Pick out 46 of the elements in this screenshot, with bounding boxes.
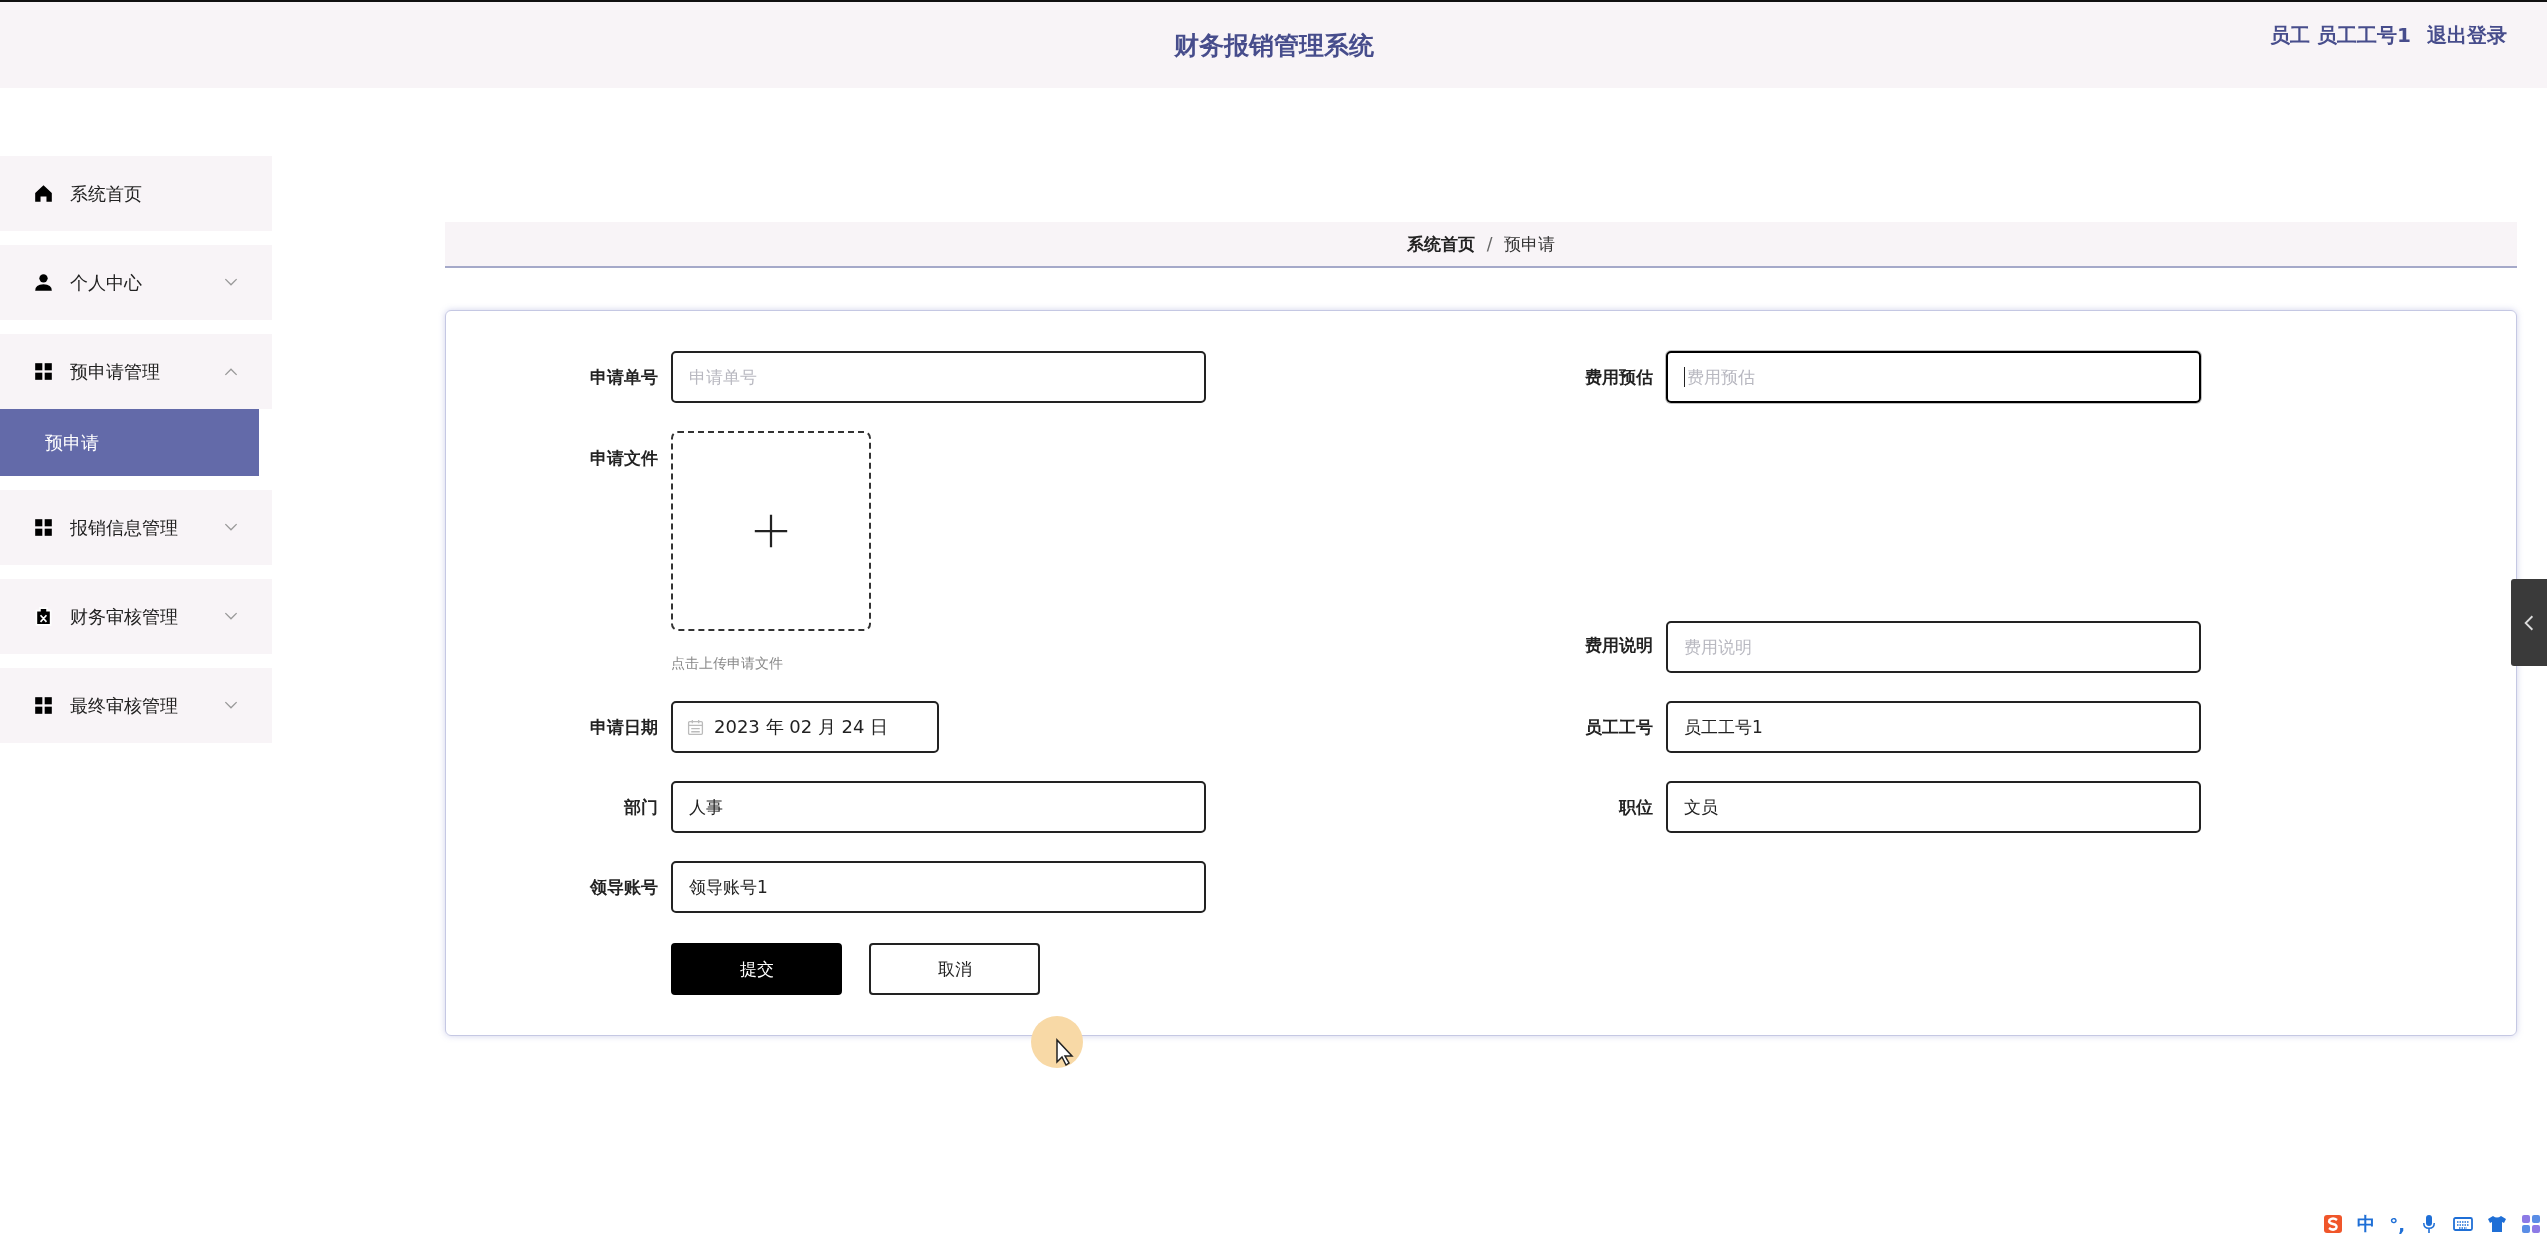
- sidebar-item[interactable]: 预申请管理: [0, 334, 272, 409]
- sidebar-item[interactable]: 报销信息管理: [0, 490, 272, 565]
- user-label: 员工 员工工号1: [2270, 22, 2411, 49]
- field-label: 费用说明: [1584, 634, 1653, 657]
- calendar-icon: [687, 718, 704, 736]
- plus-icon: [753, 513, 789, 549]
- field-label: 职位: [1617, 795, 1653, 819]
- field-label: 员工工号: [1584, 715, 1653, 739]
- grid-icon: [34, 518, 53, 537]
- field-label: 部门: [623, 795, 658, 819]
- date-field[interactable]: 2023 年 02 月 24 日: [671, 701, 939, 753]
- cancel-button[interactable]: 取消: [869, 943, 1040, 995]
- grid-icon: [34, 696, 53, 715]
- clipboard-icon: [34, 607, 53, 626]
- logout-link[interactable]: 退出登录: [2427, 22, 2507, 49]
- submit-button[interactable]: 提交: [671, 943, 842, 995]
- sidebar-item[interactable]: 个人中心: [0, 245, 272, 320]
- shirt-icon[interactable]: [2487, 1214, 2507, 1234]
- field-label: 费用预估: [1584, 365, 1653, 389]
- field-label: 领导账号: [589, 875, 658, 899]
- home-icon: [34, 184, 53, 203]
- grid-icon: [34, 362, 53, 381]
- sidebar-subitem[interactable]: 预申请: [0, 409, 259, 476]
- field-label: 申请日期: [589, 715, 658, 739]
- sidebar-item[interactable]: 财务审核管理: [0, 579, 272, 654]
- chevron-left-icon: [2523, 613, 2535, 632]
- ime-mode[interactable]: 中: [2357, 1212, 2376, 1236]
- ime-punctuation[interactable]: °,: [2389, 1213, 2405, 1235]
- apps-icon[interactable]: [2521, 1214, 2541, 1234]
- input-field[interactable]: 文员: [1666, 781, 2201, 833]
- app-title: 财务报销管理系统: [1173, 29, 1374, 62]
- breadcrumb-current: 预申请: [1504, 232, 1556, 256]
- input-field[interactable]: 员工工号1: [1666, 701, 2201, 753]
- upload-box[interactable]: [671, 431, 871, 631]
- breadcrumb-link[interactable]: 系统首页: [1406, 232, 1475, 256]
- keyboard-icon[interactable]: [2453, 1214, 2473, 1234]
- user-icon: [34, 273, 53, 292]
- sidebar-item[interactable]: 最终审核管理: [0, 668, 272, 743]
- field-label: 申请文件: [589, 447, 658, 470]
- ime-logo-icon: [2323, 1214, 2344, 1234]
- upload-hint: 点击上传申请文件: [671, 655, 784, 673]
- sidebar-item[interactable]: 系统首页: [0, 156, 272, 231]
- field-label: 申请单号: [589, 365, 658, 389]
- input-field[interactable]: 人事: [671, 781, 1206, 833]
- input-field[interactable]: 领导账号1: [671, 861, 1206, 913]
- breadcrumb-separator: /: [1486, 234, 1493, 254]
